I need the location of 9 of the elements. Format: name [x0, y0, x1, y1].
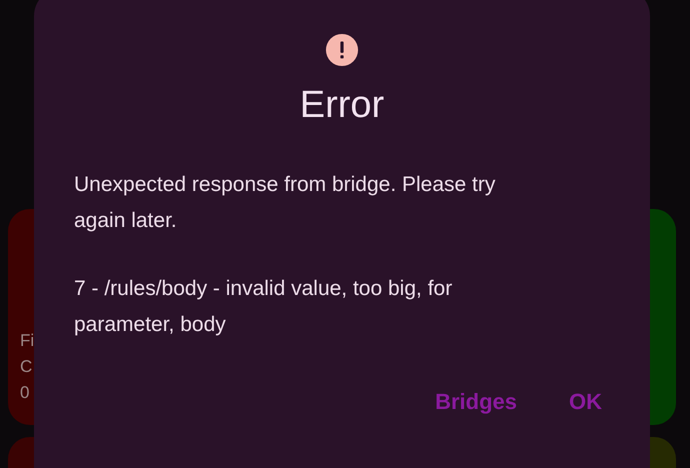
- dialog-button[interactable]: OK: [555, 383, 616, 421]
- error-message: Unexpected response from bridge. Please try again later.: [74, 172, 496, 234]
- card-text: C: [20, 357, 32, 377]
- alert-icon: [325, 33, 359, 67]
- card-text: Fi: [20, 331, 34, 351]
- dialog-title: Error: [300, 83, 384, 127]
- card-text: 0: [20, 383, 30, 403]
- error-message: 7 - /rules/body - invalid value, too big, for parameter, body: [74, 276, 454, 338]
- dialog-button[interactable]: Bridges: [421, 383, 531, 421]
